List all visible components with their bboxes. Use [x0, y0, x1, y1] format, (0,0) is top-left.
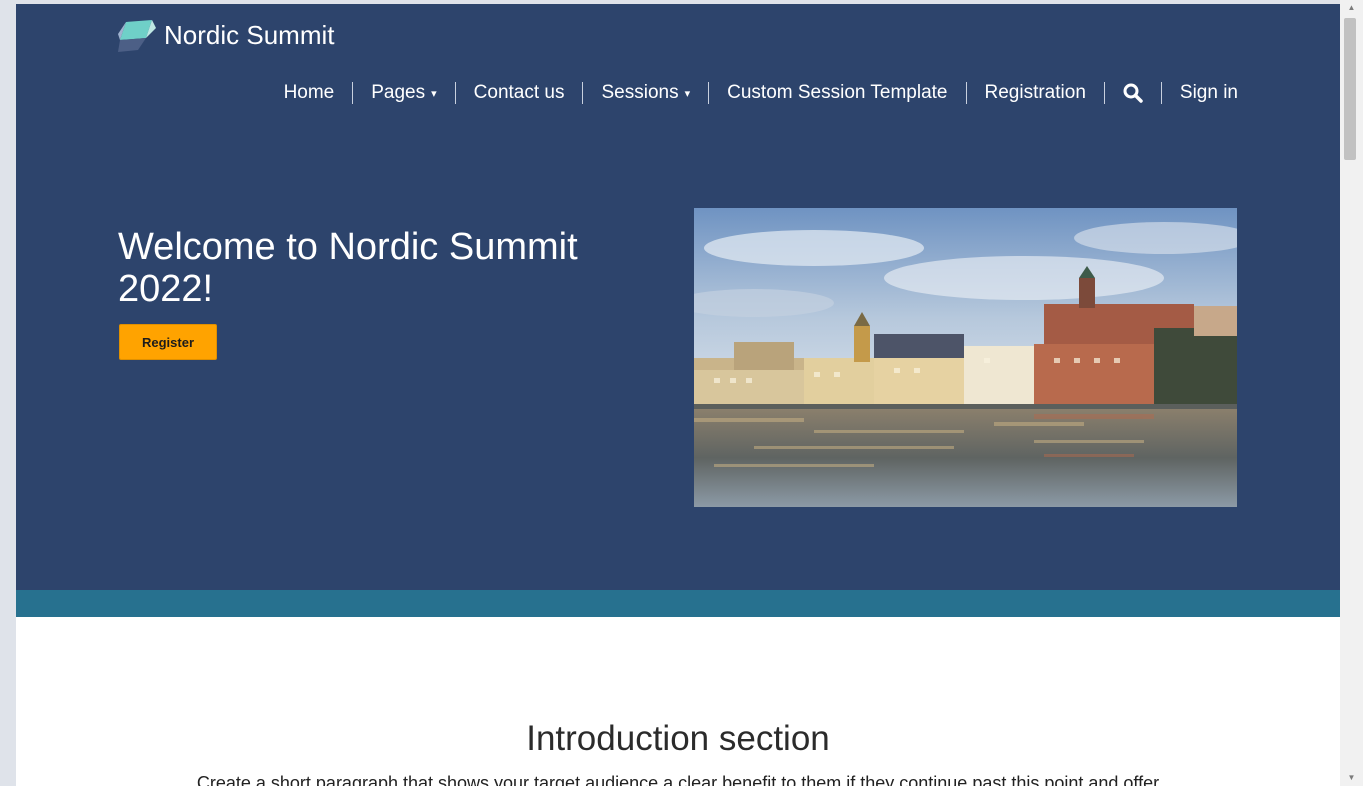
nav-contact-link[interactable]: Contact us: [474, 82, 565, 104]
scrollbar-thumb[interactable]: [1344, 18, 1356, 160]
scroll-down-arrow-icon[interactable]: ▼: [1340, 770, 1363, 786]
caret-down-icon: ▾: [431, 87, 437, 100]
nav-registration-label: Registration: [984, 82, 1086, 103]
nav-custom-session-template-link[interactable]: Custom Session Template: [727, 82, 947, 104]
nav-pages-dropdown[interactable]: Pages ▾: [371, 82, 436, 104]
nav-divider: [1160, 82, 1162, 104]
nav-sign-in-label: Sign in: [1179, 82, 1238, 103]
diamond-logo-icon: [118, 20, 156, 52]
stockholm-waterfront-image: [694, 208, 1237, 507]
intro-section-title: Introduction section: [526, 719, 830, 758]
nav-divider: [1103, 82, 1105, 104]
site-brand-name: Nordic Summit: [164, 20, 335, 50]
nav-home-label: Home: [283, 82, 335, 103]
register-button[interactable]: Register: [119, 324, 217, 360]
nav-search-button[interactable]: [1123, 83, 1143, 103]
search-icon: [1123, 83, 1143, 103]
nav-divider: [582, 82, 584, 104]
caret-down-icon: ▾: [684, 87, 691, 100]
nav-divider: [708, 82, 710, 104]
hero-section: Nordic Summit Home Pages ▾ Contact us Se…: [16, 4, 1340, 590]
page: Nordic Summit Home Pages ▾ Contact us Se…: [16, 4, 1340, 786]
nav-registration-link[interactable]: Registration: [985, 82, 1086, 104]
nav-contact-label: Contact us: [473, 82, 565, 103]
nav-sessions-dropdown[interactable]: Sessions ▾: [601, 82, 690, 104]
nav-pages-label: Pages: [371, 82, 426, 103]
nav-custom-session-template-label: Custom Session Template: [727, 82, 948, 103]
nav-sign-in-link[interactable]: Sign in: [1180, 82, 1238, 104]
nav-divider: [352, 82, 354, 104]
hero-title: Welcome to Nordic Summit 2022!: [118, 226, 578, 310]
brand[interactable]: Nordic Summit: [116, 14, 334, 56]
nav-sessions-label: Sessions: [601, 82, 679, 103]
nav-divider: [454, 82, 456, 104]
vertical-scrollbar[interactable]: ▲ ▼: [1340, 0, 1363, 786]
accent-band: [16, 590, 1340, 617]
scroll-up-arrow-icon[interactable]: ▲: [1340, 0, 1363, 16]
intro-paragraph: Create a short paragraph that shows your…: [196, 773, 1160, 786]
nav-home-link[interactable]: Home: [284, 82, 335, 104]
main-navigation: Home Pages ▾ Contact us Sessions ▾ Custo…: [284, 82, 1238, 104]
nav-divider: [965, 82, 967, 104]
